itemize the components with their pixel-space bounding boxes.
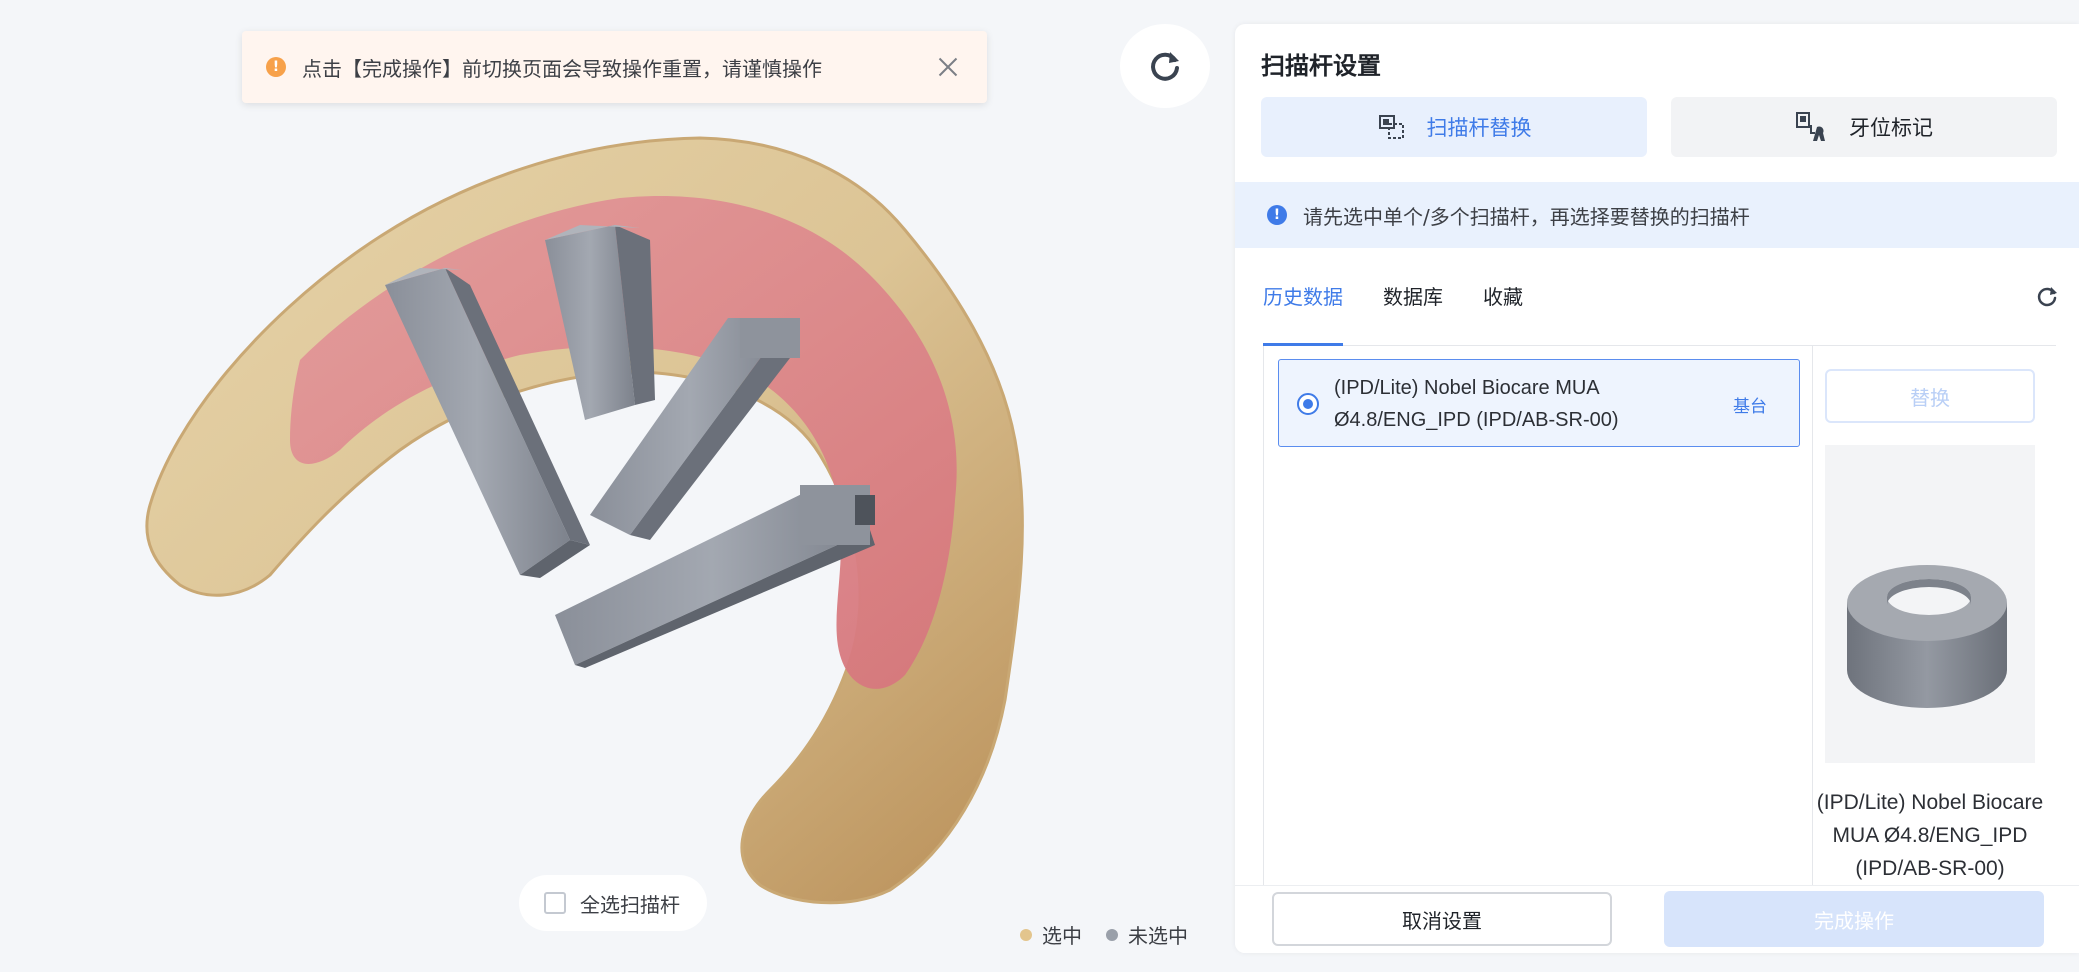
mode-tabs: 扫描杆替换 牙位标记 <box>1261 97 2057 157</box>
select-all-scan-bodies[interactable]: 全选扫描杆 <box>519 875 707 931</box>
scan-body-replace-icon <box>1377 112 1407 142</box>
select-all-label: 全选扫描杆 <box>580 892 680 917</box>
3d-viewport[interactable]: ! 点击【完成操作】前切换页面会导致操作重置，请谨慎操作 全选扫描杆 选中 未选… <box>0 0 1225 972</box>
tab-label: 牙位标记 <box>1849 116 1933 140</box>
refresh-icon <box>2037 287 2057 307</box>
tab-history[interactable]: 历史数据 <box>1263 276 1343 346</box>
refresh-icon <box>1151 52 1179 81</box>
warning-icon: ! <box>266 57 286 77</box>
refresh-list-button[interactable] <box>2036 286 2058 312</box>
list-item[interactable]: (IPD/Lite) Nobel Biocare MUA Ø4.8/ENG_IP… <box>1278 359 1800 447</box>
close-icon[interactable] <box>933 52 963 82</box>
info-banner: ! 请先选中单个/多个扫描杆，再选择要替换的扫描杆 <box>1235 182 2079 248</box>
list-item-radio[interactable] <box>1297 393 1319 415</box>
tab-tooth-position-mark[interactable]: 牙位标记 <box>1671 97 2057 157</box>
warning-toast: ! 点击【完成操作】前切换页面会导致操作重置，请谨慎操作 <box>242 31 987 103</box>
scan-body-list: (IPD/Lite) Nobel Biocare MUA Ø4.8/ENG_IP… <box>1263 346 1811 906</box>
scan-body-settings-panel: 扫描杆设置 扫描杆替换 牙位标记 ! 请先选中单个/多个扫描杆，再选择要替换的扫… <box>1235 24 2079 953</box>
toast-message: 点击【完成操作】前切换页面会导致操作重置，请谨慎操作 <box>302 56 822 81</box>
finish-operation-button[interactable]: 完成操作 <box>1664 891 2044 947</box>
dental-scan-model[interactable] <box>0 0 1225 972</box>
tab-database[interactable]: 数据库 <box>1383 276 1443 346</box>
tab-scan-body-replace[interactable]: 扫描杆替换 <box>1261 97 1647 157</box>
tab-label: 扫描杆替换 <box>1426 116 1532 140</box>
list-item-name: (IPD/Lite) Nobel Biocare MUA Ø4.8/ENG_IP… <box>1334 377 1619 431</box>
legend-dot-unselected <box>1106 928 1118 941</box>
panel-title: 扫描杆设置 <box>1261 52 1381 80</box>
cancel-settings-button[interactable]: 取消设置 <box>1272 892 1612 946</box>
reset-view-button[interactable] <box>1120 24 1210 108</box>
tab-favorites[interactable]: 收藏 <box>1483 276 1523 346</box>
select-all-checkbox[interactable] <box>544 892 566 914</box>
legend-label: 未选中 <box>1128 924 1188 948</box>
scan-body-preview-image <box>1825 445 2035 763</box>
info-text: 请先选中单个/多个扫描杆，再选择要替换的扫描杆 <box>1303 204 1750 229</box>
info-icon: ! <box>1267 205 1287 225</box>
source-tabs: 历史数据 数据库 收藏 <box>1263 276 2058 346</box>
list-item-tag: 基台 <box>1733 397 1767 417</box>
preview-area: 替换 (IPD/Lite) Nobel Biocare MUA Ø4.8/ENG… <box>1812 346 2056 906</box>
legend-unselected: 未选中 <box>1106 920 1188 949</box>
tooth-mark-icon <box>1795 111 1829 143</box>
legend-label: 选中 <box>1042 924 1082 948</box>
panel-footer: 取消设置 完成操作 <box>1235 885 2079 953</box>
selection-legend: 选中 未选中 <box>1020 920 1212 949</box>
replace-button[interactable]: 替换 <box>1825 369 2035 423</box>
preview-name: (IPD/Lite) Nobel Biocare MUA Ø4.8/ENG_IP… <box>1816 791 2044 880</box>
legend-dot-selected <box>1020 928 1032 941</box>
legend-selected: 选中 <box>1020 920 1082 949</box>
